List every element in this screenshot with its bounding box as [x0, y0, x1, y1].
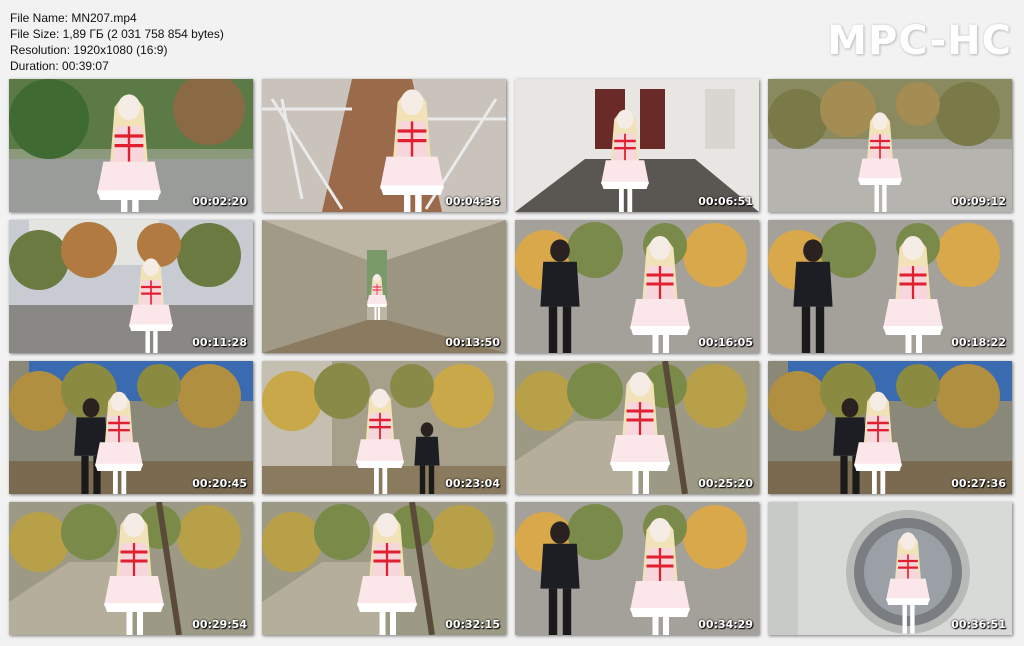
resolution-text: Resolution: 1920x1080 (16:9)	[10, 43, 168, 57]
thumbnail-image	[262, 502, 506, 635]
thumbnail-image	[262, 220, 506, 353]
video-thumbnail: 00:34:29	[515, 502, 759, 635]
thumbnail-image	[768, 220, 1012, 353]
thumbnail-image	[768, 361, 1012, 494]
video-thumbnail: 00:06:51	[515, 79, 759, 212]
video-thumbnail: 00:02:20	[9, 79, 253, 212]
video-thumbnail: 00:13:50	[262, 220, 506, 353]
video-thumbnail: 00:32:15	[262, 502, 506, 635]
thumbnail-timestamp: 00:09:12	[951, 195, 1006, 208]
thumbnail-timestamp: 00:20:45	[192, 477, 247, 490]
thumbnail-timestamp: 00:25:20	[698, 477, 753, 490]
thumbnail-timestamp: 00:18:22	[951, 336, 1006, 349]
thumbnail-timestamp: 00:06:51	[698, 195, 753, 208]
video-thumbnail: 00:23:04	[262, 361, 506, 494]
thumbnail-timestamp: 00:11:28	[192, 336, 247, 349]
video-thumbnail: 00:36:51	[768, 502, 1012, 635]
thumbnail-image	[262, 361, 506, 494]
thumbnail-timestamp: 00:32:15	[445, 618, 500, 631]
file-name-text: File Name: MN207.mp4	[10, 11, 137, 25]
thumbnail-image	[9, 79, 253, 212]
file-size-text: File Size: 1,89 ГБ (2 031 758 854 bytes)	[10, 27, 224, 41]
video-thumbnail: 00:09:12	[768, 79, 1012, 212]
thumbnail-timestamp: 00:16:05	[698, 336, 753, 349]
thumbnail-timestamp: 00:13:50	[445, 336, 500, 349]
video-thumbnail: 00:27:36	[768, 361, 1012, 494]
thumbnail-timestamp: 00:23:04	[445, 477, 500, 490]
thumbnail-timestamp: 00:04:36	[445, 195, 500, 208]
duration-text: Duration: 00:39:07	[10, 59, 109, 73]
thumbnail-timestamp: 00:27:36	[951, 477, 1006, 490]
thumbnail-image	[768, 79, 1012, 212]
video-thumbnail: 00:11:28	[9, 220, 253, 353]
video-thumbnail: 00:25:20	[515, 361, 759, 494]
thumbnail-image	[768, 502, 1012, 635]
thumbnail-image	[9, 502, 253, 635]
thumbnail-image	[515, 502, 759, 635]
video-thumbnail: 00:04:36	[262, 79, 506, 212]
video-thumbnail: 00:20:45	[9, 361, 253, 494]
thumbnail-timestamp: 00:34:29	[698, 618, 753, 631]
video-thumbnail: 00:16:05	[515, 220, 759, 353]
thumbnail-image	[9, 220, 253, 353]
mpc-hc-logo: MPC-HC	[827, 18, 1012, 64]
thumbnail-image	[9, 361, 253, 494]
file-info-panel: File Name: MN207.mp4 File Size: 1,89 ГБ …	[10, 10, 224, 74]
thumbnail-image	[262, 79, 506, 212]
thumbnail-image	[515, 79, 759, 212]
thumbnail-image	[515, 361, 759, 494]
thumbnail-timestamp: 00:29:54	[192, 618, 247, 631]
video-thumbnail: 00:29:54	[9, 502, 253, 635]
thumbnail-grid: 00:02:20 00:04:36 00:06:51 00:09:12 00:1…	[9, 79, 1012, 635]
video-thumbnail: 00:18:22	[768, 220, 1012, 353]
thumbnail-timestamp: 00:36:51	[951, 618, 1006, 631]
thumbnail-timestamp: 00:02:20	[192, 195, 247, 208]
thumbnail-image	[515, 220, 759, 353]
